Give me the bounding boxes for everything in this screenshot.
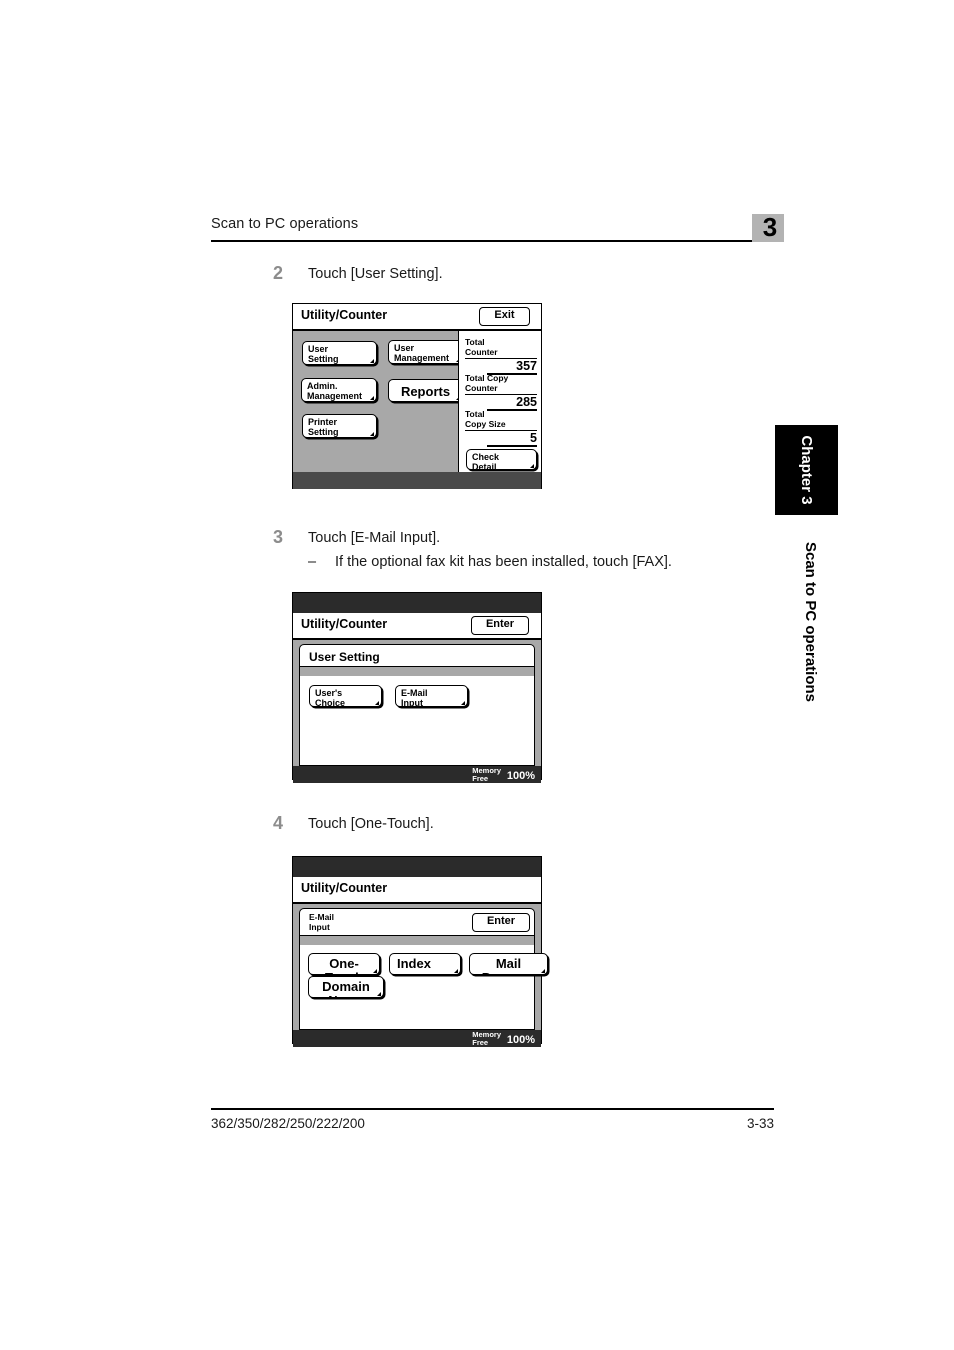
exit-button[interactable]: Exit bbox=[479, 307, 530, 326]
button-corner-icon bbox=[370, 359, 374, 363]
subwindow-email-input-title: E-Mail Input bbox=[309, 912, 335, 932]
side-running-head: Scan to PC operations bbox=[802, 541, 819, 703]
header-chapter-number: 3 bbox=[762, 212, 778, 242]
panel3-title-bar: Utility/Counter bbox=[293, 877, 541, 904]
counter-total-copy-size-value: 5 bbox=[530, 431, 537, 445]
substep-text: If the optional fax kit has been install… bbox=[335, 554, 672, 570]
button-user-management-line2: Management bbox=[394, 352, 450, 363]
step-3: 3 Touch [E-Mail Input]. – If the optiona… bbox=[273, 527, 743, 577]
button-printer-setting[interactable]: Printer Setting bbox=[302, 414, 377, 438]
button-user-setting[interactable]: User Setting bbox=[302, 341, 377, 365]
memory-free-label: Memory Free bbox=[472, 766, 501, 783]
button-corner-icon bbox=[375, 701, 379, 705]
counter-rule bbox=[487, 445, 537, 447]
substep-dash: – bbox=[308, 554, 317, 570]
memory-free-value: 100% bbox=[506, 770, 535, 782]
subwindow-user-setting: User Setting User's Choice E-Mail Input bbox=[299, 644, 535, 766]
subwindow-gray-band bbox=[300, 666, 534, 676]
panel2-title: Utility/Counter bbox=[301, 617, 388, 631]
lcd-panel-email-input: Utility/Counter E-Mail Input Enter One-T… bbox=[292, 856, 548, 1047]
button-users-choice-line1: User's bbox=[315, 688, 343, 698]
step-3-text: Touch [E-Mail Input]. bbox=[308, 530, 441, 546]
panel2-top-black-bar bbox=[293, 593, 541, 613]
button-admin-management-line1: Admin. bbox=[307, 381, 338, 391]
lcd-panel-utility-counter: Utility/Counter Exit User Setting User M… bbox=[292, 303, 542, 489]
button-check-detail-line1: Check bbox=[472, 452, 500, 462]
button-domain-name[interactable]: Domain Name bbox=[308, 976, 384, 998]
step-2-text: Touch [User Setting]. bbox=[308, 266, 443, 282]
button-e-mail-input-line1: E-Mail bbox=[401, 688, 428, 698]
button-admin-management-line2: Management bbox=[307, 390, 363, 401]
lcd-panel-user-setting: Utility/Counter Enter User Setting User'… bbox=[292, 592, 542, 783]
button-index-label: Index bbox=[397, 956, 431, 971]
button-user-management[interactable]: User Management bbox=[388, 340, 463, 364]
counter-column: Total Counter 357 Total Copy Counter 285… bbox=[458, 331, 541, 472]
button-reports[interactable]: Reports bbox=[388, 379, 463, 402]
button-e-mail-input-line2: Input bbox=[401, 697, 423, 707]
counter-total-counter-value: 357 bbox=[516, 359, 537, 373]
panel1-title: Utility/Counter bbox=[301, 308, 388, 322]
enter-button[interactable]: Enter bbox=[472, 913, 530, 932]
panel2-title-bar: Utility/Counter Enter bbox=[293, 613, 541, 640]
panel3-top-black-bar bbox=[293, 857, 541, 877]
counter-total-copy-size-label: Total Copy Size bbox=[465, 409, 506, 429]
page-header: Scan to PC operations bbox=[211, 216, 774, 248]
step-4-number: 4 bbox=[273, 813, 284, 833]
enter-button[interactable]: Enter bbox=[471, 616, 529, 635]
counter-total-copy-counter-value: 285 bbox=[516, 395, 537, 409]
button-mail-program[interactable]: Mail Program bbox=[469, 953, 548, 975]
memory-free-label: Memory Free bbox=[472, 1030, 501, 1047]
subwindow-email-input: E-Mail Input Enter One-Touch Index Mail … bbox=[299, 908, 548, 1030]
button-corner-icon bbox=[454, 969, 458, 973]
button-reports-label: Reports bbox=[400, 384, 451, 399]
button-corner-icon bbox=[370, 432, 374, 436]
chapter-tab-label: Chapter 3 bbox=[798, 435, 815, 505]
button-corner-icon bbox=[377, 992, 381, 996]
panel1-title-bar: Utility/Counter Exit bbox=[293, 304, 541, 331]
step-4-text: Touch [One-Touch]. bbox=[308, 816, 434, 832]
panel3-bottom-bar: Memory Free 100% bbox=[293, 1030, 541, 1047]
step-3-number: 3 bbox=[273, 527, 284, 547]
step-2-number: 2 bbox=[273, 263, 284, 283]
panel1-body: User Setting User Management Admin. Mana… bbox=[293, 331, 541, 472]
running-head: Scan to PC operations bbox=[211, 216, 359, 232]
button-users-choice-line2: Choice bbox=[315, 697, 346, 707]
footer-divider bbox=[211, 1108, 774, 1110]
button-printer-setting-line2: Setting bbox=[308, 426, 339, 437]
memory-free-value: 100% bbox=[506, 1034, 535, 1046]
panel1-bottom-bar bbox=[293, 472, 541, 489]
subwindow-gray-band bbox=[300, 935, 534, 945]
subwindow-user-setting-title: User Setting bbox=[309, 650, 380, 664]
button-corner-icon bbox=[373, 969, 377, 973]
button-printer-setting-line1: Printer bbox=[308, 417, 338, 427]
button-check-detail-line2: Detail bbox=[472, 461, 497, 470]
panel2-body: User Setting User's Choice E-Mail Input bbox=[293, 640, 541, 766]
button-user-setting-line1: User bbox=[308, 344, 329, 354]
button-check-detail[interactable]: Check Detail bbox=[466, 449, 537, 470]
button-corner-icon bbox=[370, 396, 374, 400]
button-corner-icon bbox=[541, 969, 545, 973]
button-user-setting-line2: Setting bbox=[308, 353, 339, 364]
button-corner-icon bbox=[530, 464, 534, 468]
counter-total-copy-counter-label: Total Copy Counter bbox=[465, 373, 509, 393]
button-one-touch[interactable]: One-Touch bbox=[308, 953, 380, 975]
button-one-touch-label: One-Touch bbox=[325, 956, 363, 975]
counter-total-counter-label: Total Counter bbox=[465, 337, 498, 357]
panel2-bottom-bar: Memory Free 100% bbox=[293, 766, 541, 783]
header-divider bbox=[211, 240, 774, 242]
button-user-management-line1: User bbox=[394, 343, 415, 353]
step-2: 2 Touch [User Setting]. bbox=[273, 263, 743, 287]
button-corner-icon bbox=[461, 701, 465, 705]
button-e-mail-input[interactable]: E-Mail Input bbox=[395, 685, 468, 707]
button-users-choice[interactable]: User's Choice bbox=[309, 685, 382, 707]
panel3-title: Utility/Counter bbox=[301, 881, 388, 895]
footer-page-number: 3-33 bbox=[746, 1116, 774, 1131]
button-admin-management[interactable]: Admin. Management bbox=[301, 378, 377, 402]
panel3-body: E-Mail Input Enter One-Touch Index Mail … bbox=[293, 904, 548, 1030]
button-mail-program-label: Mail Program bbox=[482, 956, 535, 975]
step-4: 4 Touch [One-Touch]. bbox=[273, 813, 743, 837]
button-index[interactable]: Index bbox=[389, 953, 461, 975]
button-domain-name-label: Domain Name bbox=[322, 979, 370, 998]
